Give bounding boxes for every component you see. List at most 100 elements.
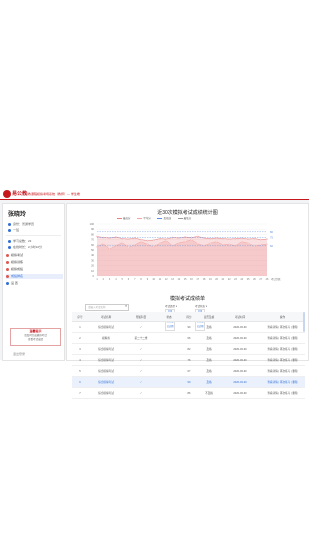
search-input[interactable]: 请输入考试名称 bbox=[85, 304, 129, 311]
x-tick-label: 24 bbox=[240, 278, 243, 281]
data-point bbox=[247, 238, 249, 240]
table-cell-subject: / bbox=[124, 343, 158, 355]
table-row[interactable]: 7 综合模拟考试/ 86 不及格 2020-03-30 查看详情 | 再次练习 | 删除 bbox=[72, 387, 305, 399]
y-tick-label: 60 bbox=[91, 243, 94, 247]
table-cell-no: 5 bbox=[72, 365, 88, 377]
table-cell-pass: 及格 bbox=[198, 365, 220, 377]
table-cell-no: 2 bbox=[72, 332, 88, 344]
table-cell-subject: / bbox=[124, 387, 158, 399]
data-point bbox=[209, 237, 212, 240]
table-cell-status bbox=[158, 332, 180, 344]
table-cell-no: 4 bbox=[72, 354, 88, 366]
sidebar-item-training[interactable]: 模拟训练 bbox=[6, 260, 63, 265]
x-tick-label: 22 bbox=[228, 278, 231, 281]
reference-line-label: 86 bbox=[270, 230, 273, 234]
data-point bbox=[121, 237, 123, 240]
column-header: 得分 bbox=[180, 312, 198, 322]
table-cell-ops[interactable]: 查看详情 | 再次练习 | 删除 bbox=[260, 343, 305, 355]
filter-status[interactable]: 考试状态 ▾ bbox=[195, 304, 207, 308]
x-tick-label: 4 bbox=[115, 278, 117, 281]
table-cell-score: 90 bbox=[180, 376, 198, 388]
table-cell-subject: / bbox=[124, 354, 158, 366]
x-tick-label: 19 bbox=[209, 278, 212, 281]
table-row[interactable]: 4 综合模拟考试/ 76 及格 2020-03-30 查看详情 | 再次练习 | 删除 bbox=[72, 354, 305, 366]
sidebar-item-label: 模拟成绩 bbox=[11, 267, 24, 271]
table-scrollbar[interactable] bbox=[303, 312, 305, 332]
logout-link[interactable]: 退出登录 bbox=[13, 352, 25, 356]
user-role-text: 身份：普通学员 bbox=[13, 222, 35, 226]
table-header-row: 序号 考试名称 所属科目 状态 得分 是否及格 考试时间 操作 bbox=[72, 312, 305, 322]
x-tick-label: 23 bbox=[234, 278, 237, 281]
table-row[interactable]: 5 综合模拟考试/ 67 及格 2020-03-30 查看详情 | 再次练习 | 删除 bbox=[72, 365, 305, 377]
data-point bbox=[266, 243, 268, 246]
data-point bbox=[209, 242, 212, 244]
search-icon[interactable]: ⌕ bbox=[125, 303, 127, 308]
table-cell-status bbox=[158, 376, 180, 388]
table-cell-ops[interactable]: 查看详情 | 再次练习 | 删除 bbox=[260, 387, 305, 399]
y-tick-label: 50 bbox=[91, 248, 94, 252]
data-point bbox=[140, 238, 142, 241]
filter-type-label: 考试类型 bbox=[165, 305, 176, 308]
sidebar-item-exam[interactable]: 模拟考试 bbox=[6, 253, 63, 258]
table-cell-score: 66 bbox=[180, 332, 198, 344]
table-cell-name: 综合模拟考试 bbox=[88, 343, 124, 355]
table-cell-status bbox=[158, 321, 180, 333]
data-point bbox=[184, 240, 186, 243]
table-row[interactable]: 3 综合模拟考试/ 82 及格 2020-03-30 查看详情 | 再次练习 | 删除 bbox=[72, 343, 305, 355]
column-header: 考试时间 bbox=[220, 312, 260, 322]
table-cell-pass: 及格 bbox=[198, 332, 220, 344]
table-cell-status bbox=[158, 354, 180, 366]
main-panel: 近30次模拟考试成绩统计图 最高分 平均分 及格线 最低分 100 90 80 70 6… bbox=[66, 203, 309, 399]
user-class: 一班 bbox=[8, 228, 19, 232]
table-cell-no: 3 bbox=[72, 343, 88, 355]
scores-icon bbox=[6, 267, 9, 271]
table-cell-no: 1 bbox=[72, 321, 88, 333]
table-cell-time: 2020-03-30 bbox=[220, 354, 260, 366]
table-cell-time: 2020-03-30 bbox=[220, 321, 260, 333]
chart-title: 近30次模拟考试成绩统计图 bbox=[157, 210, 218, 216]
table-cell-ops[interactable]: 查看详情 | 再次练习 | 删除 bbox=[260, 354, 305, 366]
x-tick-label: 5 bbox=[122, 278, 124, 281]
x-tick-label: 3 bbox=[109, 278, 111, 281]
table-cell-pass: 及格 bbox=[198, 343, 220, 355]
sidebar: 张晓玲 身份：普通学员 一班 学习总数：23 在线时长：2小时10分 模拟考试 … bbox=[2, 203, 65, 361]
filter-type[interactable]: 考试类型 ▾ bbox=[165, 304, 177, 308]
column-header: 操作 bbox=[260, 312, 305, 322]
table-cell-ops[interactable]: 查看详情 | 再次练习 | 删除 bbox=[260, 332, 305, 344]
data-point bbox=[266, 238, 268, 240]
divider bbox=[6, 235, 61, 236]
data-point bbox=[178, 241, 180, 244]
data-point bbox=[121, 241, 123, 244]
data-point bbox=[247, 242, 249, 244]
study-count-text: 学习总数：23 bbox=[13, 239, 32, 243]
sidebar-item-label: 模拟考试 bbox=[11, 253, 24, 257]
table-cell-ops[interactable]: 查看详情 | 再次练习 | 删除 bbox=[260, 365, 305, 377]
table-cell-ops[interactable]: 查看详情 | 再次练习 | 删除 bbox=[260, 321, 305, 333]
sidebar-item-label: 设 置 bbox=[11, 281, 18, 285]
table-cell-status bbox=[158, 343, 180, 355]
online-time: 在线时长：2小时10分 bbox=[8, 245, 42, 249]
table-row[interactable]: 1 综合模拟考试/ 90 及格 2020-03-30 查看详情 | 再次练习 | 删除 bbox=[72, 321, 305, 333]
column-header: 是否及格 bbox=[198, 312, 220, 322]
table-row[interactable]: 2 模拟卷 第二十二章 66 及格 2020-03-30 查看详情 | 再次练习 | 删除 bbox=[72, 332, 305, 344]
training-icon bbox=[6, 260, 9, 264]
table-cell-ops[interactable]: 查看详情 | 再次练习 | 删除 bbox=[260, 376, 305, 388]
table-cell-time: 2020-03-30 bbox=[220, 365, 260, 377]
sidebar-item-settings[interactable]: 设 置 bbox=[6, 281, 63, 286]
y-tick-label: 80 bbox=[91, 232, 94, 236]
app-window: 易公教 易教课程模拟考场系统（教师）— 学生端 张晓玲 身份：普通学员 一班 学… bbox=[0, 189, 309, 399]
data-point bbox=[96, 246, 98, 248]
ranking-icon bbox=[6, 274, 9, 278]
exam-icon bbox=[6, 253, 9, 257]
data-point bbox=[140, 240, 142, 243]
data-point bbox=[152, 239, 155, 241]
top-bar: 易公教 易教课程模拟考场系统（教师）— 学生端 bbox=[0, 189, 309, 200]
table-cell-no: 6 bbox=[72, 376, 88, 388]
sidebar-item-ranking[interactable]: 成绩排名 bbox=[6, 274, 63, 279]
sidebar-item-scores[interactable]: 模拟成绩 bbox=[6, 267, 63, 272]
table-cell-subject: / bbox=[124, 376, 158, 388]
table-cell-time: 2020-03-30 bbox=[220, 387, 260, 399]
table-title: 模拟考试成绩单 bbox=[169, 296, 205, 302]
table-row[interactable]: 6 综合模拟考试/ 90 及格 2020-03-30 查看详情 | 再次练习 | 删除 bbox=[72, 376, 305, 388]
table-cell-status bbox=[158, 387, 180, 399]
